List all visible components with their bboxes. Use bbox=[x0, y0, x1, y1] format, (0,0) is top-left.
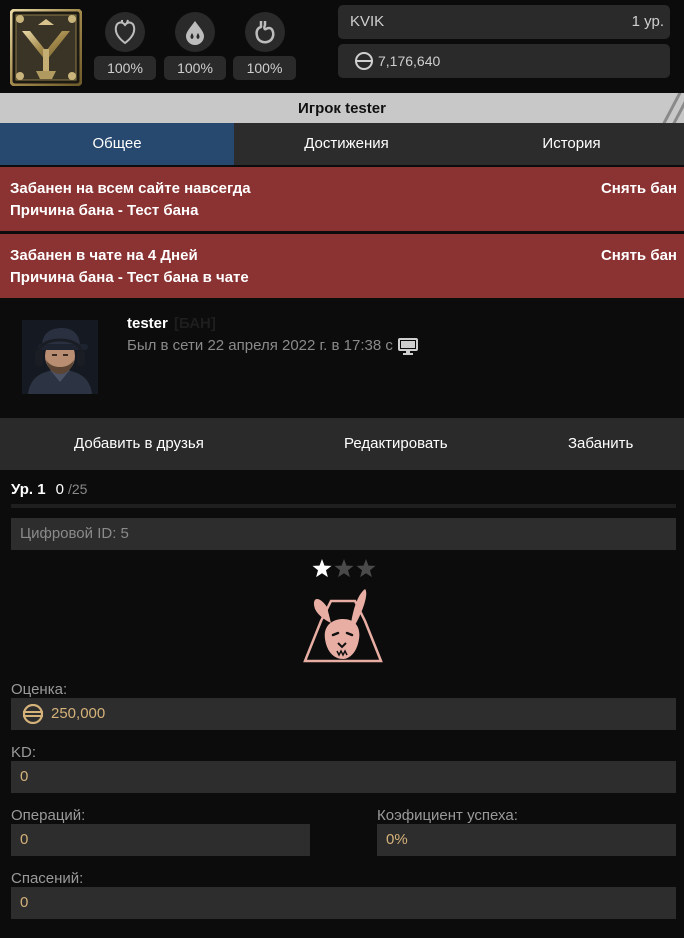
numeric-id-field: Цифровой ID: 5 bbox=[11, 518, 676, 550]
avatar bbox=[22, 320, 98, 394]
balance-amount: 7,176,640 bbox=[378, 53, 441, 69]
level-current-xp: 0 bbox=[55, 481, 64, 498]
food-value: 100% bbox=[233, 56, 296, 80]
last-seen-text: Был в сети 22 апреля 2022 г. в 17:38 с bbox=[127, 337, 393, 354]
edit-profile-button[interactable]: Редактировать bbox=[344, 418, 448, 470]
add-friend-button[interactable]: Добавить в друзья bbox=[74, 418, 204, 470]
balance-box: 7,176,640 bbox=[338, 44, 670, 78]
clan-level-box: KVIK 1 ур. bbox=[338, 5, 670, 39]
desktop-icon bbox=[398, 338, 418, 355]
rating-label: Оценка: bbox=[11, 681, 68, 698]
tab-general[interactable]: Общее bbox=[0, 123, 234, 165]
faction-emblem-icon bbox=[10, 9, 82, 86]
ban-title: Забанен в чате на 4 Дней bbox=[10, 247, 198, 264]
health-stat: 100% bbox=[94, 12, 156, 80]
star-filled-icon bbox=[312, 559, 332, 578]
kd-label: KD: bbox=[11, 744, 37, 761]
star-empty-icon bbox=[356, 559, 376, 578]
star-empty-icon bbox=[334, 559, 354, 578]
profile-header: tester [БАН] Был в сети 22 апреля 2022 г… bbox=[0, 298, 684, 418]
rating-value: 250,000 bbox=[51, 705, 106, 722]
unban-site-button[interactable]: Снять бан bbox=[601, 180, 677, 197]
water-drops-icon bbox=[175, 12, 215, 52]
operations-label: Операций: bbox=[11, 807, 86, 824]
ban-title: Забанен на всем сайте навсегда bbox=[10, 180, 251, 197]
coin-icon bbox=[22, 704, 44, 724]
coin-icon bbox=[355, 52, 373, 70]
food-stat: 100% bbox=[233, 12, 296, 80]
top-stats-bar: 100% 100% 100% KVIK 1 ур. 7,176,640 bbox=[0, 0, 684, 93]
decor-slash-icon bbox=[662, 93, 684, 123]
level-label: Ур. 1 bbox=[11, 481, 46, 498]
banned-tag: [БАН] bbox=[174, 315, 216, 332]
profile-actions-bar: Добавить в друзья Редактировать Забанить bbox=[0, 418, 684, 470]
ban-user-button[interactable]: Забанить bbox=[568, 418, 633, 470]
success-rate-field: 0% bbox=[377, 824, 676, 856]
tab-history[interactable]: История bbox=[459, 123, 684, 165]
water-value: 100% bbox=[164, 56, 226, 80]
profile-username: tester bbox=[127, 315, 168, 332]
site-ban-notice: Забанен на всем сайте навсегда Причина б… bbox=[0, 167, 684, 231]
rescues-field: 0 bbox=[11, 887, 676, 919]
ban-reason: Причина бана - Тест бана bbox=[10, 202, 199, 219]
level-max-xp: /25 bbox=[67, 481, 88, 497]
ban-reason: Причина бана - Тест бана в чате bbox=[10, 269, 249, 286]
chat-ban-notice: Забанен в чате на 4 Дней Причина бана - … bbox=[0, 234, 684, 298]
rabbit-rank-icon bbox=[303, 589, 383, 663]
clan-name: KVIK bbox=[350, 13, 385, 30]
kd-field: 0 bbox=[11, 761, 676, 793]
tab-achievements[interactable]: Достижения bbox=[234, 123, 459, 165]
success-rate-label: Коэфициент успеха: bbox=[377, 807, 518, 824]
stomach-icon bbox=[244, 12, 285, 52]
level-progress-bar bbox=[11, 504, 676, 508]
rescues-label: Спасений: bbox=[11, 870, 84, 887]
water-stat: 100% bbox=[164, 12, 226, 80]
level-row: Ур. 1 0/25 bbox=[11, 481, 87, 498]
unban-chat-button[interactable]: Снять бан bbox=[601, 247, 677, 264]
page-title: Игрок tester bbox=[298, 100, 386, 117]
page-title-bar: Игрок tester bbox=[0, 93, 684, 123]
operations-field: 0 bbox=[11, 824, 310, 856]
player-level: 1 ур. bbox=[631, 13, 664, 30]
rank-stars bbox=[312, 559, 376, 578]
rating-field: 250,000 bbox=[11, 698, 676, 730]
profile-tabs: Общее Достижения История bbox=[0, 123, 684, 165]
heart-icon bbox=[105, 12, 145, 52]
health-value: 100% bbox=[94, 56, 156, 80]
